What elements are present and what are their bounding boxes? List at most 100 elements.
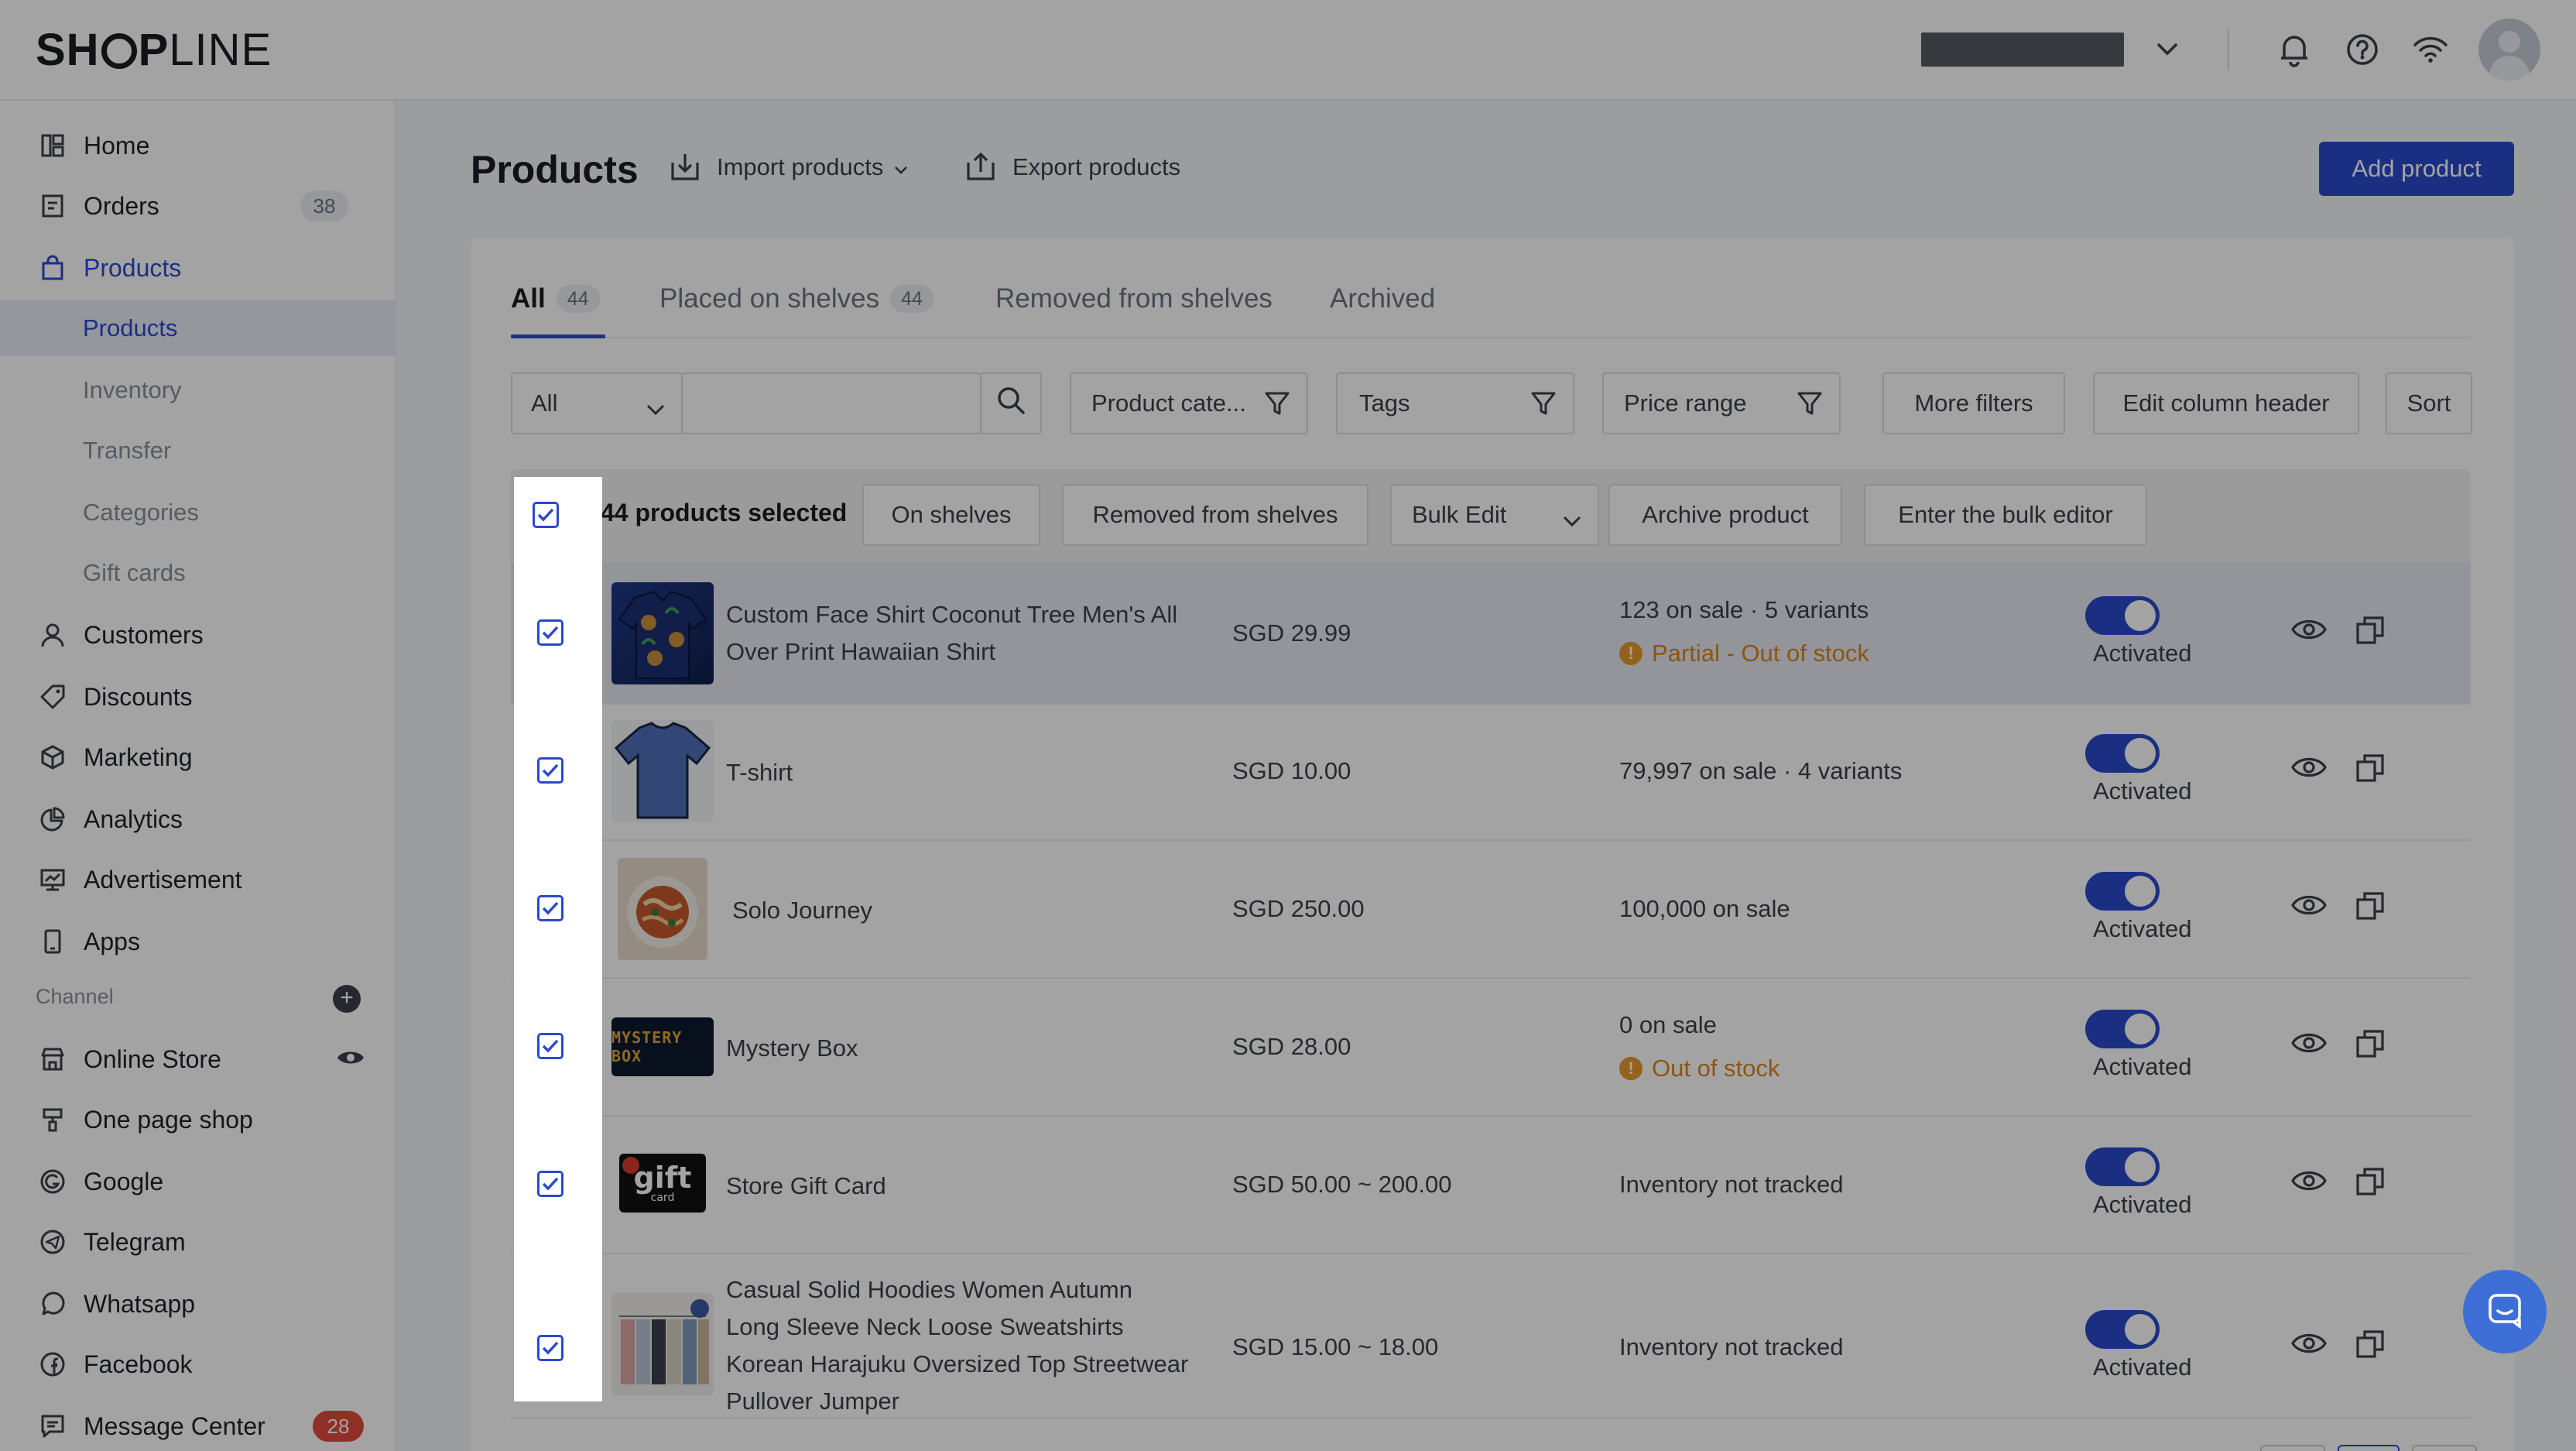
bell-icon[interactable]: [2274, 29, 2314, 70]
tags-filter[interactable]: Tags: [1336, 372, 1574, 434]
pagination-current[interactable]: [2338, 1445, 2400, 1451]
more-filters-button[interactable]: More filters: [1882, 372, 2065, 434]
sort-button[interactable]: Sort: [2386, 372, 2472, 434]
add-channel-icon[interactable]: +: [333, 985, 361, 1013]
wifi-icon[interactable]: [2410, 29, 2451, 70]
sidebar-item-telegram[interactable]: Telegram: [0, 1214, 396, 1270]
product-thumbnail[interactable]: [611, 582, 714, 684]
row-checkbox[interactable]: [537, 1033, 564, 1059]
sidebar-item-orders[interactable]: Orders 38: [0, 178, 396, 234]
chat-support-button[interactable]: [2463, 1270, 2547, 1353]
add-product-button[interactable]: Add product: [2319, 142, 2514, 196]
product-thumbnail[interactable]: [618, 858, 707, 960]
preview-eye-icon[interactable]: [2291, 616, 2327, 647]
copy-icon[interactable]: [2355, 890, 2386, 925]
sidebar-item-products[interactable]: Products: [0, 240, 396, 296]
row-checkbox[interactable]: [537, 757, 564, 784]
price-range-filter[interactable]: Price range: [1602, 372, 1841, 434]
product-name[interactable]: Mystery Box: [726, 1030, 1206, 1067]
sidebar-item-marketing[interactable]: Marketing: [0, 729, 396, 785]
sidebar-item-whatsapp[interactable]: Whatsapp: [0, 1276, 396, 1332]
tab-removed-from-shelves[interactable]: Removed from shelves: [995, 283, 1273, 314]
sidebar-item-facebook[interactable]: Facebook: [0, 1336, 396, 1392]
bulk-editor-button[interactable]: Enter the bulk editor: [1864, 484, 2147, 546]
filter-label: Tags: [1359, 389, 1410, 417]
product-name[interactable]: Custom Face Shirt Coconut Tree Men's All…: [726, 596, 1206, 671]
bulk-removed-button[interactable]: Removed from shelves: [1062, 484, 1368, 546]
status-toggle[interactable]: [2085, 1010, 2160, 1048]
sidebar-sub-transfer[interactable]: Transfer: [0, 423, 396, 479]
preview-eye-icon[interactable]: [2291, 1030, 2327, 1060]
sidebar-sub-inventory[interactable]: Inventory: [0, 362, 396, 418]
sidebar-sub-products[interactable]: Products: [0, 300, 396, 356]
status-toggle[interactable]: [2085, 596, 2160, 635]
sidebar-item-google[interactable]: Google: [0, 1154, 396, 1209]
product-thumbnail[interactable]: gift card: [618, 1146, 707, 1220]
sidebar-item-apps[interactable]: Apps: [0, 914, 396, 969]
select-all-checkbox[interactable]: [533, 502, 559, 528]
product-name[interactable]: Casual Solid Hoodies Women Autumn Long S…: [726, 1271, 1190, 1420]
filter-icon: [1530, 389, 1557, 424]
store-selector[interactable]: [1921, 33, 2124, 67]
status-toggle[interactable]: [2085, 1147, 2160, 1186]
row-checkbox[interactable]: [537, 1335, 564, 1361]
product-category-filter[interactable]: Product cate...: [1070, 372, 1308, 434]
row-checkbox[interactable]: [537, 619, 564, 646]
product-thumbnail[interactable]: MYSTERY BOX: [611, 1017, 714, 1076]
sidebar-label: Products: [84, 253, 182, 282]
copy-icon[interactable]: [2355, 1166, 2386, 1201]
tab-archived[interactable]: Archived: [1330, 283, 1435, 314]
sidebar-sub-gift-cards[interactable]: Gift cards: [0, 545, 396, 601]
search-input[interactable]: [681, 372, 983, 434]
sidebar-item-customers[interactable]: Customers: [0, 607, 396, 663]
search-button[interactable]: [980, 372, 1042, 434]
row-checkbox[interactable]: [537, 1171, 564, 1197]
pagination-next[interactable]: [2412, 1445, 2477, 1451]
preview-eye-icon[interactable]: [2291, 1168, 2327, 1198]
user-avatar[interactable]: [2478, 19, 2540, 81]
scope-select[interactable]: All: [511, 372, 683, 434]
copy-icon[interactable]: [2355, 1028, 2386, 1063]
copy-icon[interactable]: [2355, 753, 2386, 787]
tab-placed-on-shelves[interactable]: Placed on shelves 44: [659, 283, 933, 314]
sidebar-sub-categories[interactable]: Categories: [0, 485, 396, 540]
sidebar-item-advertisement[interactable]: Advertisement: [0, 852, 396, 907]
preview-eye-icon[interactable]: [2291, 1330, 2327, 1360]
import-products-button[interactable]: Import products: [669, 152, 908, 183]
facebook-icon: [37, 1349, 68, 1380]
product-thumbnail[interactable]: [611, 720, 714, 822]
sidebar-item-one-page-shop[interactable]: One page shop: [0, 1092, 396, 1147]
bulk-edit-dropdown[interactable]: Bulk Edit: [1390, 484, 1599, 546]
edit-column-header-button[interactable]: Edit column header: [2093, 372, 2359, 434]
tab-label: Removed from shelves: [995, 283, 1273, 314]
product-thumbnail[interactable]: [611, 1293, 714, 1395]
sidebar-item-home[interactable]: Home: [0, 118, 396, 173]
help-icon[interactable]: [2342, 29, 2382, 70]
status-toggle[interactable]: [2085, 1310, 2160, 1349]
archive-product-button[interactable]: Archive product: [1608, 484, 1842, 546]
status-toggle[interactable]: [2085, 872, 2160, 911]
shopline-logo[interactable]: SH P LINE: [36, 24, 272, 76]
export-products-button[interactable]: Export products: [964, 152, 1180, 183]
status-label: Activated: [2093, 640, 2192, 667]
bulk-on-shelves-button[interactable]: On shelves: [862, 484, 1040, 546]
chevron-down-icon[interactable]: [2152, 34, 2183, 65]
row-checkbox[interactable]: [537, 895, 564, 921]
product-name[interactable]: T-shirt: [726, 754, 1206, 791]
product-name[interactable]: Store Gift Card: [726, 1168, 1206, 1205]
preview-eye-icon[interactable]: [2291, 754, 2327, 784]
sidebar-item-analytics[interactable]: Analytics: [0, 791, 396, 847]
tab-all[interactable]: All 44: [511, 283, 600, 314]
sidebar-item-online-store[interactable]: Online Store: [0, 1031, 396, 1087]
copy-icon[interactable]: [2355, 615, 2386, 650]
sidebar-item-message-center[interactable]: Message Center 28: [0, 1398, 396, 1451]
sidebar-item-discounts[interactable]: Discounts: [0, 669, 396, 725]
pagination-prev[interactable]: [2260, 1445, 2325, 1451]
status-toggle[interactable]: [2085, 734, 2160, 773]
sidebar-label: One page shop: [84, 1105, 253, 1134]
preview-eye-icon[interactable]: [2291, 892, 2327, 922]
tag-icon: [37, 681, 68, 712]
product-name[interactable]: Solo Journey: [732, 892, 1212, 929]
eye-icon[interactable]: [336, 1045, 365, 1074]
copy-icon[interactable]: [2355, 1329, 2386, 1364]
